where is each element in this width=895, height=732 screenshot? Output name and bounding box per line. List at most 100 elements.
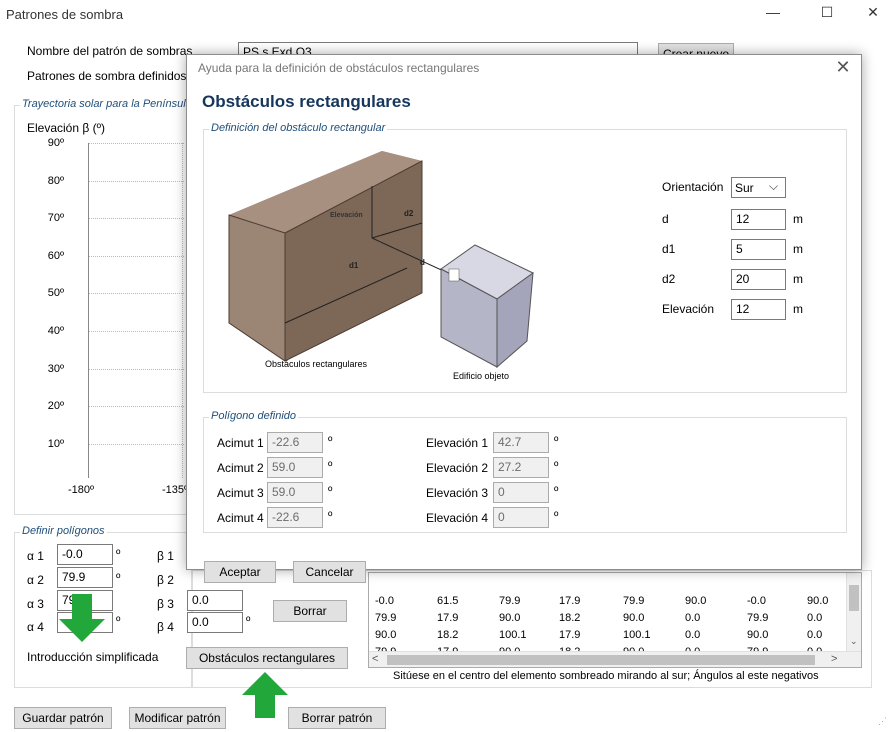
- scroll-down-icon[interactable]: ⌄: [850, 636, 858, 647]
- degree-symbol: º: [328, 434, 333, 448]
- beta-3-input[interactable]: 0.0: [187, 590, 243, 611]
- close-icon[interactable]: ✕: [858, 4, 888, 21]
- y-tick-label: 20º: [47, 400, 64, 413]
- degree-symbol: º: [554, 459, 559, 473]
- gridline: [88, 255, 184, 257]
- table-cell: 79.9: [623, 595, 645, 607]
- minimize-icon[interactable]: —: [758, 4, 788, 20]
- scroll-right-icon[interactable]: >: [831, 653, 837, 665]
- table-cell: 79.9: [499, 595, 521, 607]
- alpha-1-input[interactable]: -0.0: [57, 544, 113, 565]
- azimuth-3-label: Acimut 3: [217, 486, 264, 500]
- cancel-button[interactable]: Cancelar: [293, 561, 366, 583]
- elevation-3-input[interactable]: 0: [493, 482, 549, 503]
- dialog-close-icon[interactable]: ✕: [831, 57, 855, 78]
- field-label-d: d: [662, 212, 669, 226]
- polygons-group-title: Definir polígonos: [20, 525, 107, 537]
- table-cell: 17.9: [437, 612, 459, 624]
- h-scroll-thumb[interactable]: [387, 655, 815, 665]
- elevation-1-input[interactable]: 42.7: [493, 432, 549, 453]
- gridline: [88, 218, 184, 220]
- field-label-elevación: Elevación: [662, 302, 715, 316]
- building-caption: Edificio objeto: [453, 371, 509, 381]
- table-cell: 90.0: [623, 612, 645, 624]
- field-input-elevación[interactable]: 12: [731, 299, 786, 320]
- elevation-1-label: Elevación 1: [426, 436, 489, 450]
- azimuth-4-input[interactable]: -22.6: [267, 507, 323, 528]
- field-input-d1[interactable]: 5: [731, 239, 786, 260]
- alpha-2-input[interactable]: 79.9: [57, 567, 113, 588]
- gridline: [88, 443, 184, 445]
- y-tick-label: 90º: [47, 137, 64, 149]
- alpha-3-label: α 3: [27, 597, 44, 611]
- elevation-2-label: Elevación 2: [426, 461, 489, 475]
- delete-polygon-button[interactable]: Borrar: [273, 600, 347, 622]
- horizontal-scrollbar[interactable]: < >: [369, 651, 861, 667]
- alpha-1-label: α 1: [27, 549, 44, 563]
- accept-button[interactable]: Aceptar: [204, 561, 276, 583]
- save-pattern-button[interactable]: Guardar patrón: [14, 707, 112, 729]
- elevation-2-input[interactable]: 27.2: [493, 457, 549, 478]
- field-label-d1: d1: [662, 242, 676, 256]
- table-cell: 90.0: [807, 595, 829, 607]
- simplified-input-label: Introducción simplificada: [27, 650, 159, 664]
- y-tick-label: 50º: [47, 287, 64, 300]
- orientation-value: Sur: [735, 181, 754, 195]
- scroll-left-icon[interactable]: <: [372, 653, 378, 665]
- y-tick-label: 80º: [47, 174, 64, 187]
- table-cell: 100.1: [623, 629, 651, 641]
- table-cell: 0.0: [807, 629, 823, 641]
- table-cell: -0.0: [375, 595, 394, 607]
- resize-grip-icon[interactable]: ⋰: [878, 716, 887, 727]
- elevation-3-label: Elevación 3: [426, 486, 489, 500]
- orientation-select[interactable]: Sur ⌵: [731, 177, 786, 198]
- delete-pattern-button[interactable]: Borrar patrón: [288, 707, 386, 729]
- chart-group: [14, 105, 194, 515]
- table-cell: -0.0: [747, 595, 766, 607]
- building-diagram: Edificio objeto: [440, 244, 534, 381]
- table-cell: 17.9: [559, 595, 581, 607]
- chevron-down-icon: ⌵: [769, 179, 779, 193]
- elevation-4-input[interactable]: 0: [493, 507, 549, 528]
- gridline: [88, 143, 184, 144]
- table-cell: 90.0: [375, 629, 397, 641]
- unit-label: m: [793, 272, 803, 286]
- azimuth-2-input[interactable]: 59.0: [267, 457, 323, 478]
- modify-pattern-button[interactable]: Modificar patrón: [129, 707, 226, 729]
- degree-symbol: º: [328, 459, 333, 473]
- scroll-thumb[interactable]: [849, 585, 859, 611]
- up-arrow-icon: [242, 672, 288, 718]
- d1-diagram-label: d1: [349, 261, 359, 270]
- gridline: [88, 331, 184, 332]
- y-axis-line: [88, 143, 89, 478]
- gridline: [88, 180, 184, 182]
- maximize-icon[interactable]: ☐: [812, 4, 842, 21]
- degree-symbol: º: [554, 484, 559, 498]
- field-input-d[interactable]: 12: [731, 209, 786, 230]
- y-tick-label: 40º: [47, 325, 64, 337]
- table-cell: 90.0: [499, 612, 521, 624]
- table-hint: Sitúese en el centro del elemento sombre…: [393, 670, 819, 682]
- beta-4-input[interactable]: 0.0: [187, 612, 243, 633]
- unit-label: m: [793, 302, 803, 316]
- azimuth-3-input[interactable]: 59.0: [267, 482, 323, 503]
- vertical-scrollbar[interactable]: ⌄: [846, 573, 861, 651]
- azimuth-4-label: Acimut 4: [217, 511, 264, 525]
- x-tick-label: -135º: [162, 484, 189, 496]
- beta-2-label: β 2: [157, 573, 174, 587]
- field-input-d2[interactable]: 20: [731, 269, 786, 290]
- dialog-heading: Obstáculos rectangulares: [202, 92, 411, 111]
- y-tick-label: 70º: [47, 212, 64, 225]
- unit-label: m: [793, 212, 803, 226]
- degree-symbol: º: [554, 434, 559, 448]
- pattern-name-label: Nombre del patrón de sombras: [27, 44, 193, 58]
- table-cell: 18.2: [559, 612, 581, 624]
- table-cell: 90.0: [747, 629, 769, 641]
- azimuth-1-input[interactable]: -22.6: [267, 432, 323, 453]
- table-cell: 61.5: [437, 595, 459, 607]
- table-cell: 90.0: [685, 595, 707, 607]
- beta-4-label: β 4: [157, 620, 174, 634]
- rect-obstacles-button[interactable]: Obstáculos rectangulares: [186, 647, 348, 669]
- angles-table[interactable]: -0.0 61.5 79.9 17.9 79.9 90.0 -0.0 90.0 79.9 17.9…: [368, 572, 862, 668]
- degree-symbol: º: [116, 614, 121, 628]
